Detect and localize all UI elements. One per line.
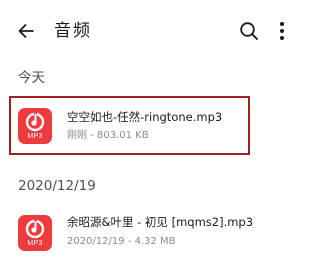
file-name: 余昭源&叶里 - 初见 [mqms2].mp3 xyxy=(67,215,254,229)
file-name: 空空如也-任然-ringtone.mp3 xyxy=(67,110,223,124)
file-row-ringtone[interactable]: MP3 空空如也-任然-ringtone.mp3 刚刚 - 803.01 KB xyxy=(0,97,295,155)
page-title: 音频 xyxy=(54,21,92,41)
section-header-date: 2020/12/19 xyxy=(18,178,96,194)
search-icon[interactable] xyxy=(239,21,259,41)
music-file-icon: MP3 xyxy=(18,108,52,144)
file-meta: 2020/12/19 - 4.32 MB xyxy=(67,236,176,247)
section-header-today: 今天 xyxy=(18,70,45,86)
file-row-chujian[interactable]: MP3 余昭源&叶里 - 初见 [mqms2].mp3 2020/12/19 -… xyxy=(0,204,295,262)
file-meta: 刚刚 - 803.01 KB xyxy=(67,130,149,141)
top-app-bar: 音频 xyxy=(0,0,295,60)
arrow-left-icon[interactable] xyxy=(17,22,35,40)
music-file-icon: MP3 xyxy=(18,215,52,251)
file-type-label: MP3 xyxy=(27,240,43,247)
file-type-label: MP3 xyxy=(27,133,43,140)
more-vertical-icon[interactable] xyxy=(277,19,287,43)
